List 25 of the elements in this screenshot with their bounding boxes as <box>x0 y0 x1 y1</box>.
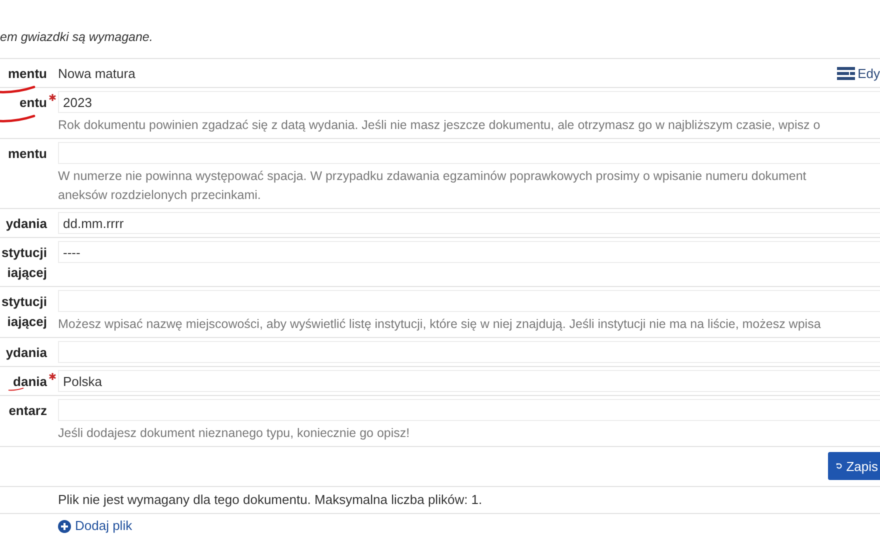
field-label: stytucji iającej <box>1 293 47 331</box>
save-button[interactable]: Zapis <box>828 452 880 480</box>
field-label: mentu <box>8 145 47 163</box>
input-field[interactable]: Polska <box>58 370 880 392</box>
field-label: stytucji iającej <box>1 244 47 282</box>
input-field[interactable]: dd.mm.rrrr <box>58 212 880 234</box>
list-icon <box>836 66 855 80</box>
field-label: ydania <box>6 344 47 362</box>
edit-link[interactable]: Edy <box>836 66 880 80</box>
field-label: entu <box>20 94 47 112</box>
field-hint: Możesz wpisać nazwę miejscowości, aby wyświetlić listę instytucji, które się w niej znajdują. Jeśli instytucji nie ma na liście, możesz wpisa <box>58 316 822 333</box>
required-note: em gwiazdki są wymagane. <box>0 29 154 46</box>
field-value: Nowa matura <box>58 66 136 80</box>
field-label: mentu <box>8 65 47 83</box>
input-field[interactable]: 2023 <box>58 91 880 113</box>
field-label: ydania <box>6 215 47 233</box>
plus-circle-icon <box>58 520 71 532</box>
select-field[interactable]: ---- <box>58 241 880 263</box>
field-label: entarz <box>8 402 47 420</box>
file-note: Plik nie jest wymagany dla tego dokumentu. Maksymalna liczba plików: 1. <box>58 492 482 507</box>
field-hint: W numerze nie powinna występować spacja. W przypadku zdawania egzaminów poprawkowych prosimy o wpisanie numeru dokument aneksów rozdzielonych przecinkami. <box>58 168 808 204</box>
field-hint: Rok dokumentu powinien zgadzać się z datą wydania. Jeśli nie masz jeszcze dokumentu, ale otrzymasz go w najbliższym czasie, wpisz o <box>58 117 822 134</box>
field-hint: Jeśli dodajesz dokument nieznanego typu, koniecznie go opisz! <box>58 425 411 442</box>
add-file-link[interactable]: Dodaj plik <box>58 517 132 535</box>
field-label: dania <box>13 373 47 391</box>
